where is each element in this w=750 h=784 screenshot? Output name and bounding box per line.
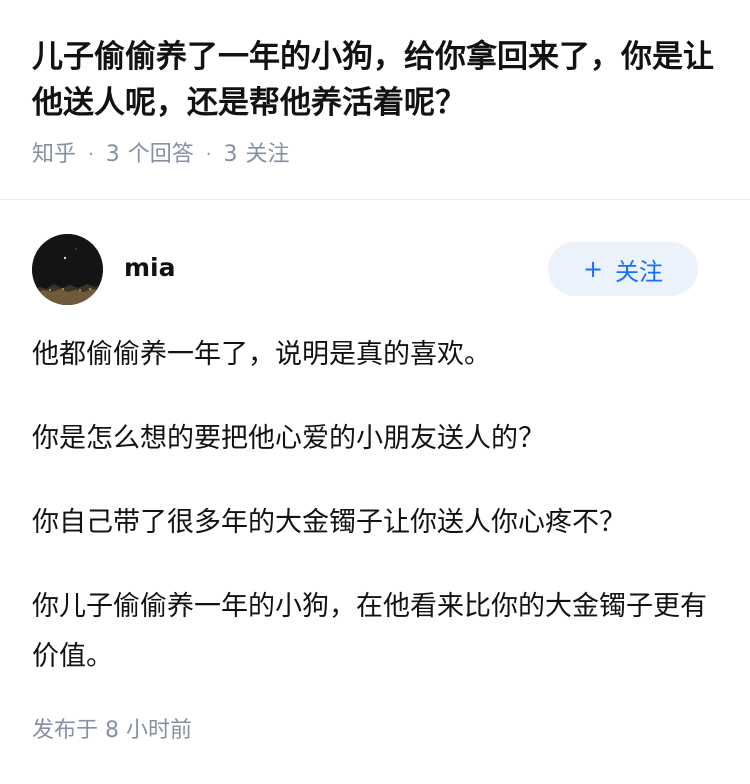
avatar-night-scene-image xyxy=(32,234,103,305)
author-row: mia + 关注 xyxy=(0,200,750,310)
separator-dot: · xyxy=(88,144,94,165)
follower-count-label[interactable]: 关注 xyxy=(246,140,290,170)
follower-count: 3 xyxy=(223,142,238,167)
answer-paragraph: 他都偷偷养一年了，说明是真的喜欢。 xyxy=(32,339,491,370)
separator-dot: · xyxy=(205,144,212,165)
question-header: 儿子偷偷养了一年的小狗，给你拿回来了，你是让他送人呢，还是帮他养活着呢？ 知乎 … xyxy=(0,0,750,170)
answer-paragraph: 你是怎么想的要把他心爱的小朋友送人的？ xyxy=(32,423,545,454)
answer-paragraph: 你儿子偷偷养一年的小狗，在他看来比你的大金镯子更有价值。 xyxy=(32,591,707,672)
answer-count-label[interactable]: 个回答 xyxy=(128,140,194,170)
question-title[interactable]: 儿子偷偷养了一年的小狗，给你拿回来了，你是让他送人呢，还是帮他养活着呢？ xyxy=(32,34,718,126)
site-name[interactable]: 知乎 xyxy=(32,140,76,170)
follow-button-label: 关注 xyxy=(615,257,664,286)
answer-count: 3 xyxy=(105,142,120,167)
answer-body: 他都偷偷养一年了，说明是真的喜欢。 你是怎么想的要把他心爱的小朋友送人的？ 你自… xyxy=(0,310,750,682)
author-name[interactable]: mia xyxy=(124,252,176,284)
page: 儿子偷偷养了一年的小狗，给你拿回来了，你是让他送人呢，还是帮他养活着呢？ 知乎 … xyxy=(0,0,750,784)
publish-time: 发布于 8 小时前 xyxy=(32,718,192,743)
follow-button[interactable]: + 关注 xyxy=(548,242,698,296)
avatar[interactable] xyxy=(32,234,103,305)
answer-card: mia + 关注 他都偷偷养一年了，说明是真的喜欢。 你是怎么想的要把他心爱的小… xyxy=(0,200,750,743)
question-meta: 知乎 · 3 个回答 · 3 关注 xyxy=(32,140,718,170)
answer-paragraph: 你自己带了很多年的大金镯子让你送人你心疼不？ xyxy=(32,507,626,538)
plus-icon: + xyxy=(582,255,604,283)
